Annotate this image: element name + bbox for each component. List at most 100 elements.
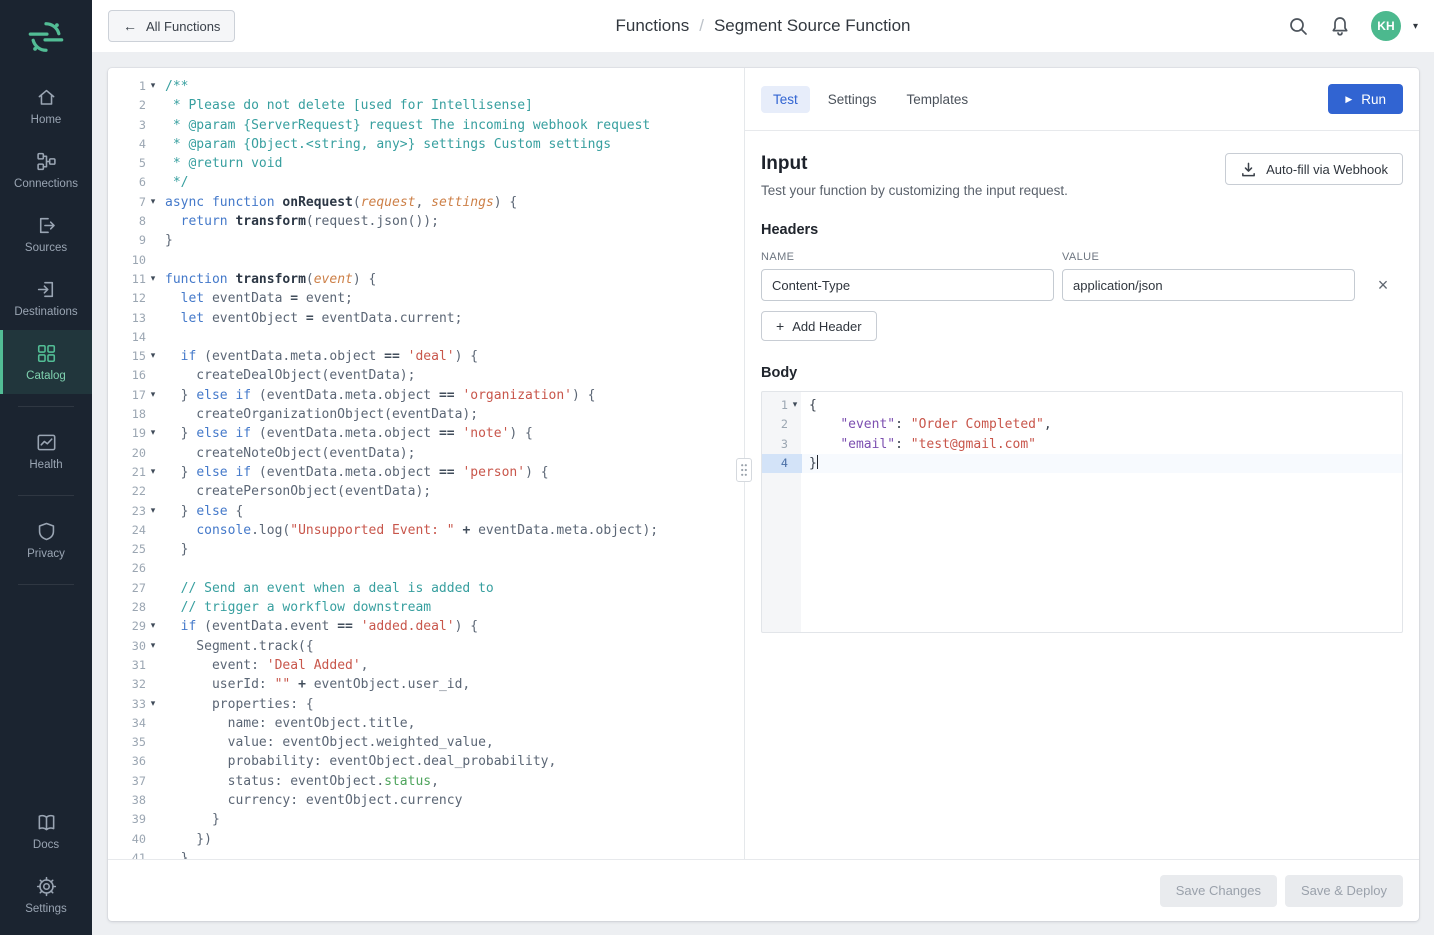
code-line[interactable]: 15▾ if (eventData.meta.object == 'deal')… [108,347,744,366]
fold-icon[interactable]: ▾ [146,386,160,405]
line-number: 17 [108,386,146,405]
sidebar-item-settings[interactable]: Settings [0,863,92,927]
code-text: status: eventObject.status, [160,772,744,791]
code-line[interactable]: 37 status: eventObject.status, [108,772,744,791]
code-line[interactable]: 32 userId: "" + eventObject.user_id, [108,675,744,694]
sidebar-item-health[interactable]: Health [0,419,92,483]
run-button[interactable]: ▶ Run [1328,84,1403,114]
sidebar-item-destinations[interactable]: Destinations [0,266,92,330]
code-line[interactable]: 6 */ [108,173,744,192]
code-line[interactable]: 16 createDealObject(eventData); [108,366,744,385]
search-icon[interactable] [1287,15,1309,37]
code-line[interactable]: 17▾ } else if (eventData.meta.object == … [108,386,744,405]
code-line[interactable]: 1▾/** [108,77,744,96]
fold-icon[interactable]: ▾ [146,695,160,714]
line-number: 28 [108,598,146,617]
code-line[interactable]: 23▾ } else { [108,502,744,521]
code-line[interactable]: 4} [762,454,1402,473]
fold-icon[interactable]: ▾ [146,463,160,482]
code-line[interactable]: 1▾{ [762,396,1402,415]
bell-icon[interactable] [1329,15,1351,37]
code-line[interactable]: 5 * @return void [108,154,744,173]
line-number: 4 [762,454,788,473]
code-line[interactable]: 2 * Please do not delete [used for Intel… [108,96,744,115]
fold-icon[interactable]: ▾ [146,502,160,521]
code-text: createNoteObject(eventData); [160,444,744,463]
code-line[interactable]: 24 console.log("Unsupported Event: " + e… [108,521,744,540]
fold-icon[interactable]: ▾ [146,77,160,96]
code-line[interactable]: 20 createNoteObject(eventData); [108,444,744,463]
code-line[interactable]: 21▾ } else if (eventData.meta.object == … [108,463,744,482]
code-line[interactable]: 39 } [108,810,744,829]
header-value-input[interactable] [1062,269,1355,301]
fold-icon[interactable]: ▾ [146,424,160,443]
autofill-webhook-button[interactable]: Auto-fill via Webhook [1225,153,1403,185]
tab-settings[interactable]: Settings [816,86,889,113]
code-text: if (eventData.event == 'added.deal') { [160,617,744,636]
fold-icon[interactable]: ▾ [146,193,160,212]
header-name-input[interactable] [761,269,1054,301]
tab-templates[interactable]: Templates [895,86,981,113]
code-line[interactable]: 33▾ properties: { [108,695,744,714]
sidebar-item-docs[interactable]: Docs [0,799,92,863]
fold-icon[interactable]: ▾ [146,617,160,636]
code-line[interactable]: 9} [108,231,744,250]
fold-icon[interactable]: ▾ [146,637,160,656]
code-editor[interactable]: 1▾/**2 * Please do not delete [used for … [108,68,744,859]
line-number: 1 [762,396,788,415]
chevron-down-icon[interactable]: ▾ [1413,21,1418,32]
code-line[interactable]: 10 [108,251,744,270]
sidebar-item-sources[interactable]: Sources [0,202,92,266]
save-changes-button[interactable]: Save Changes [1160,875,1277,907]
sidebar-item-home[interactable]: Home [0,74,92,138]
code-line[interactable]: 36 probability: eventObject.deal_probabi… [108,752,744,771]
tab-test[interactable]: Test [761,86,810,113]
segment-logo[interactable] [0,0,92,74]
code-line[interactable]: 4 * @param {Object.<string, any>} settin… [108,135,744,154]
add-header-button[interactable]: + Add Header [761,311,877,341]
fold-icon[interactable]: ▾ [788,396,802,415]
code-line[interactable]: 31 event: 'Deal Added', [108,656,744,675]
code-line[interactable]: 7▾async function onRequest(request, sett… [108,193,744,212]
code-text: event: 'Deal Added', [160,656,744,675]
code-line[interactable]: 3 "email": "test@gmail.com" [762,435,1402,454]
code-line[interactable]: 29▾ if (eventData.event == 'added.deal')… [108,617,744,636]
code-line[interactable]: 26 [108,559,744,578]
code-line[interactable]: 40 }) [108,830,744,849]
drag-handle-icon[interactable] [736,458,752,482]
code-line[interactable]: 41 } [108,849,744,859]
breadcrumb-functions[interactable]: Functions [616,16,690,36]
code-line[interactable]: 3 * @param {ServerRequest} request The i… [108,116,744,135]
code-text: * @param {Object.<string, any>} settings… [160,135,744,154]
code-line[interactable]: 38 currency: eventObject.currency [108,791,744,810]
avatar[interactable]: KH [1371,11,1401,41]
code-line[interactable]: 12 let eventData = event; [108,289,744,308]
code-line[interactable]: 25 } [108,540,744,559]
body-editor[interactable]: 1▾{2 "event": "Order Completed",3 "email… [761,391,1403,633]
all-functions-button[interactable]: ← All Functions [108,10,235,42]
remove-header-icon[interactable]: × [1363,276,1403,294]
code-line[interactable]: 19▾ } else if (eventData.meta.object == … [108,424,744,443]
sidebar-item-catalog[interactable]: Catalog [0,330,92,394]
save-deploy-button[interactable]: Save & Deploy [1285,875,1403,907]
code-line[interactable]: 18 createOrganizationObject(eventData); [108,405,744,424]
code-line[interactable]: 27 // Send an event when a deal is added… [108,579,744,598]
code-line[interactable]: 30▾ Segment.track({ [108,637,744,656]
code-line[interactable]: 34 name: eventObject.title, [108,714,744,733]
fold-icon[interactable]: ▾ [146,270,160,289]
code-line[interactable]: 28 // trigger a workflow downstream [108,598,744,617]
sidebar: Home Connections Sources Destinations Ca [0,0,92,935]
code-line[interactable]: 14 [108,328,744,347]
code-line[interactable]: 13 let eventObject = eventData.current; [108,309,744,328]
fold-icon[interactable]: ▾ [146,347,160,366]
code-line[interactable]: 8 return transform(request.json()); [108,212,744,231]
code-line[interactable]: 11▾function transform(event) { [108,270,744,289]
line-number: 1 [108,77,146,96]
code-line[interactable]: 35 value: eventObject.weighted_value, [108,733,744,752]
code-line[interactable]: 2 "event": "Order Completed", [762,415,1402,434]
sidebar-item-connections[interactable]: Connections [0,138,92,202]
code-line[interactable]: 22 createPersonObject(eventData); [108,482,744,501]
line-number: 12 [108,289,146,308]
sidebar-item-privacy[interactable]: Privacy [0,508,92,572]
code-text [160,251,744,270]
